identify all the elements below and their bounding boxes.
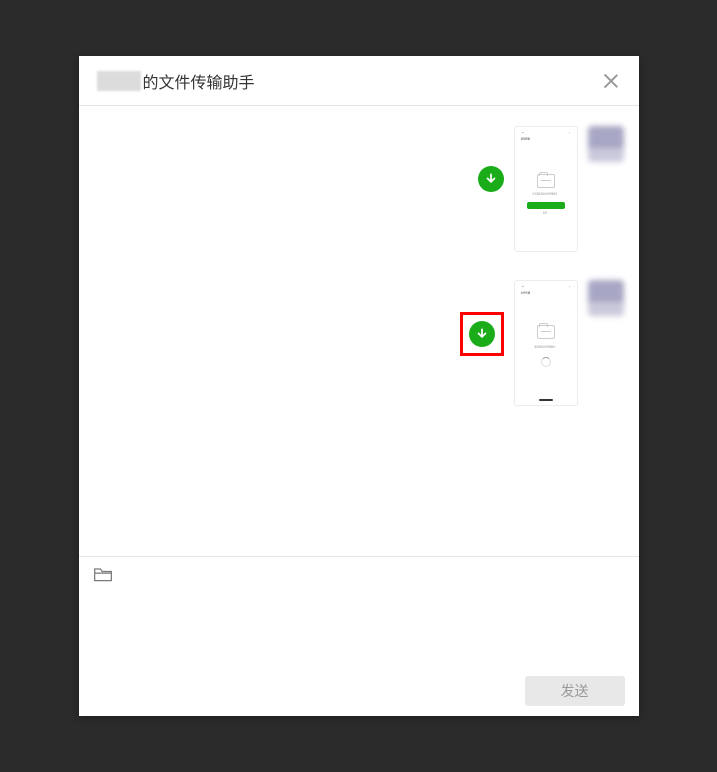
message-row: ●●●▮ 使用帮助 正在绑定登录文件传输助手 取消 bbox=[99, 126, 624, 252]
folder-icon bbox=[537, 174, 555, 188]
phone-text: 使用登录文件传输助手 bbox=[535, 346, 556, 349]
window-title: 的文件传输助手 bbox=[97, 69, 255, 93]
message-bubble[interactable]: ●●●▮ 文件传输 使用登录文件传输助手 bbox=[514, 280, 578, 406]
folder-icon bbox=[537, 325, 555, 339]
phone-header: 文件传输 bbox=[519, 290, 562, 296]
messages-area: ●●●▮ 使用帮助 正在绑定登录文件传输助手 取消 bbox=[79, 106, 639, 556]
highlight-box bbox=[460, 312, 504, 356]
phone-button bbox=[527, 202, 565, 209]
phone-body: 使用登录文件传输助手 bbox=[519, 296, 573, 396]
title-text: 的文件传输助手 bbox=[143, 69, 255, 93]
input-toolbar bbox=[93, 565, 625, 583]
username-blur bbox=[97, 71, 141, 91]
send-button[interactable]: 发送 bbox=[525, 676, 625, 706]
close-icon[interactable] bbox=[601, 71, 621, 91]
loading-icon bbox=[541, 357, 551, 367]
input-area: 发送 bbox=[79, 556, 639, 716]
send-row: 发送 bbox=[93, 676, 625, 706]
message-row: ●●●▮ 文件传输 使用登录文件传输助手 bbox=[99, 280, 624, 406]
folder-icon[interactable] bbox=[93, 565, 113, 583]
phone-header: 使用帮助 bbox=[519, 136, 562, 142]
message-bubble[interactable]: ●●●▮ 使用帮助 正在绑定登录文件传输助手 取消 bbox=[514, 126, 578, 252]
download-icon[interactable] bbox=[478, 166, 504, 192]
chat-window: 的文件传输助手 ●●●▮ 使用帮助 正在绑定登录文件传输助手 取消 bbox=[79, 56, 639, 716]
avatar[interactable] bbox=[588, 280, 624, 316]
window-header: 的文件传输助手 bbox=[79, 56, 639, 106]
message-input[interactable] bbox=[93, 589, 625, 676]
avatar[interactable] bbox=[588, 126, 624, 162]
phone-statusbar: ●●●▮ bbox=[519, 131, 573, 135]
phone-statusbar: ●●●▮ bbox=[519, 285, 573, 289]
phone-footer: 取消 bbox=[543, 212, 547, 215]
phone-body: 正在绑定登录文件传输助手 取消 bbox=[519, 142, 573, 247]
home-indicator bbox=[539, 399, 553, 401]
download-icon[interactable] bbox=[469, 321, 495, 347]
phone-text: 正在绑定登录文件传输助手 bbox=[533, 193, 558, 196]
